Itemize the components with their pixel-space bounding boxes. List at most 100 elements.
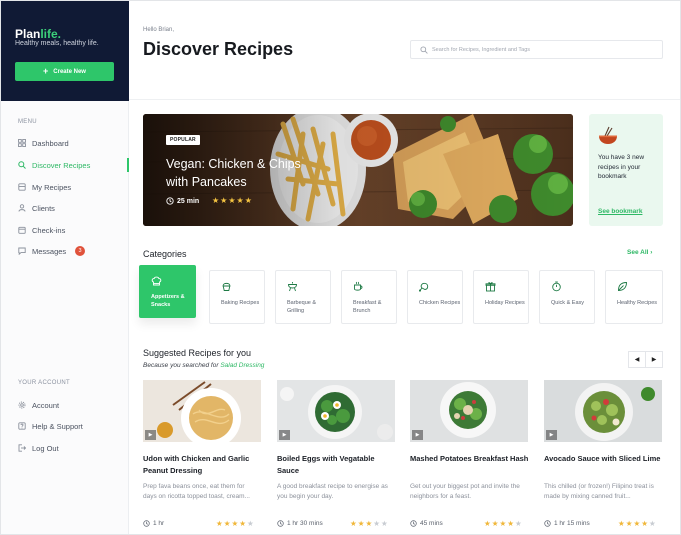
category-label: Chicken Recipes (419, 300, 461, 306)
star-icon: ★ (216, 519, 224, 528)
bookmark-message: You have 3 new recipes in your bookmark (598, 154, 645, 180)
category-label: Appetizers & Snacks (151, 294, 185, 308)
avocado-sauce-dish-image (544, 380, 662, 442)
prev-button[interactable]: ◀ (628, 351, 646, 368)
featured-rating: ★★★★★ (212, 196, 253, 205)
sidebar-item-label: Discover Recipes (32, 161, 91, 170)
recipe-card-description: Prep fava beans once, eat them for days … (143, 483, 250, 500)
sidebar-item-help-support[interactable]: Help & Support (1, 418, 129, 434)
page-title: Discover Recipes (143, 39, 294, 59)
category-chicken[interactable]: Chicken Recipes (407, 270, 463, 324)
noodle-bowl-icon (599, 126, 617, 144)
recipe-card-rating: ★★★★★ (484, 519, 523, 528)
chevron-right-icon: ▶ (651, 357, 657, 363)
search-context-prefix: Because you searched for (143, 362, 219, 369)
star-icon: ★ (228, 196, 237, 205)
user-icon (18, 204, 26, 212)
sidebar-item-label: Check-ins (32, 226, 66, 235)
see-bookmark-link[interactable]: See bookmark (598, 208, 642, 215)
sidebar-item-label: Log Out (32, 444, 59, 453)
sidebar-item-check-ins[interactable]: Check-ins (1, 222, 129, 238)
recipe-card-title[interactable]: Udon with Chicken and Garlic Peanut Dres… (143, 453, 263, 476)
gear-icon (18, 401, 26, 409)
video-play-icon[interactable]: ▶ (145, 430, 156, 440)
star-icon: ★ (484, 519, 492, 528)
recipe-card-title[interactable]: Boiled Eggs with Vegatable Sauce (277, 453, 397, 476)
category-appetizers-snacks[interactable]: Appetizers & Snacks (139, 265, 196, 318)
udon-dish-image (143, 380, 261, 442)
star-icon: ★ (212, 196, 221, 205)
see-all-label: See All (627, 249, 649, 256)
recipe-card-time: 1 hr 15 mins (544, 520, 590, 527)
recipe-card-description: Get out your biggest pot and invite the … (410, 483, 520, 500)
sidebar-item-dashboard[interactable]: Dashboard (1, 135, 129, 151)
video-play-icon[interactable]: ▶ (279, 430, 290, 440)
search-context-term[interactable]: Salad Dressing (220, 362, 264, 369)
category-label: Quick & Easy (551, 300, 585, 306)
star-icon: ★ (239, 519, 247, 528)
star-icon: ★ (514, 519, 523, 528)
create-new-button[interactable]: + Create New (15, 62, 114, 81)
coffee-icon (354, 281, 363, 291)
plus-icon: + (43, 66, 49, 76)
sidebar-item-label: Dashboard (32, 139, 69, 148)
sidebar-item-messages[interactable]: Messages 3 (1, 243, 129, 259)
category-label: Baking Recipes (221, 300, 260, 306)
category-barbeque-grilling[interactable]: Barbeque & Grilling (275, 270, 331, 324)
search-input[interactable]: Search for Recipes, Ingredient and Tags (410, 40, 663, 59)
star-icon: ★ (648, 519, 657, 528)
recipe-card-image[interactable]: ▶ (277, 380, 395, 442)
chevron-left-icon: ◀ (634, 357, 640, 363)
clock-icon (166, 197, 174, 205)
gift-icon (485, 282, 496, 292)
menu-heading: MENU (18, 119, 37, 125)
video-play-icon[interactable]: ▶ (546, 430, 557, 440)
logo[interactable]: Planlife. (15, 27, 61, 41)
sidebar-item-discover-recipes[interactable]: Discover Recipes (1, 157, 129, 173)
sidebar-item-label: My Recipes (32, 183, 72, 192)
next-button[interactable]: ▶ (645, 351, 663, 368)
header-divider (129, 99, 680, 100)
unread-badge: 3 (75, 246, 85, 256)
star-icon: ★ (246, 519, 255, 528)
video-play-icon[interactable]: ▶ (412, 430, 423, 440)
recipe-card-title[interactable]: Avocado Sauce with Sliced Lime (544, 453, 664, 465)
see-all-link[interactable]: See All › (627, 249, 652, 256)
brand-panel: Planlife. Healthy meals, healthy life. +… (1, 1, 129, 101)
time-value: 45 mins (420, 520, 443, 527)
recipe-card-image[interactable]: ▶ (544, 380, 662, 442)
featured-recipe-title[interactable]: Vegan: Chicken & Chips with Pancakes (166, 155, 326, 191)
category-baking[interactable]: Baking Recipes (209, 270, 265, 324)
category-quick-easy[interactable]: Quick & Easy (539, 270, 595, 324)
recipe-card-description: This chilled (or frozen!) Filipino treat… (544, 483, 654, 500)
sidebar-item-account[interactable]: Account (1, 397, 129, 413)
time-value: 1 hr 30 mins (287, 520, 323, 527)
search-context: Because you searched for Salad Dressing (143, 362, 264, 369)
timer-icon (552, 281, 561, 292)
recipe-card-description: A good breakfast recipe to energise as y… (277, 483, 388, 500)
recipe-card-image[interactable]: ▶ (410, 380, 528, 442)
category-healthy[interactable]: Healthy Recipes (605, 270, 663, 324)
recipe-card-title[interactable]: Mashed Potatoes Breakfast Hash (410, 453, 530, 465)
chicken-icon (419, 282, 429, 292)
categories-heading: Categories (143, 249, 187, 259)
star-icon: ★ (350, 519, 358, 528)
time-value: 1 hr 15 mins (554, 520, 590, 527)
category-breakfast-brunch[interactable]: Breakfast & Brunch (341, 270, 397, 324)
star-icon: ★ (507, 519, 515, 528)
star-icon: ★ (236, 196, 245, 205)
sidebar-item-my-recipes[interactable]: My Recipes (1, 179, 129, 195)
sidebar-item-label: Messages (32, 247, 67, 256)
star-icon: ★ (618, 519, 626, 528)
star-icon: ★ (641, 519, 649, 528)
book-icon (18, 183, 26, 191)
sidebar-item-clients[interactable]: Clients (1, 200, 129, 216)
mashed-potatoes-dish-image (410, 380, 528, 442)
cupcake-icon (222, 282, 231, 291)
category-holiday[interactable]: Holiday Recipes (473, 270, 529, 324)
recipe-card-image[interactable]: ▶ (143, 380, 261, 442)
sidebar-item-log-out[interactable]: Log Out (1, 440, 129, 456)
category-label: Breakfast & Brunch (353, 300, 382, 314)
featured-recipe-time: 25 min (166, 197, 199, 205)
clock-icon (277, 520, 284, 527)
